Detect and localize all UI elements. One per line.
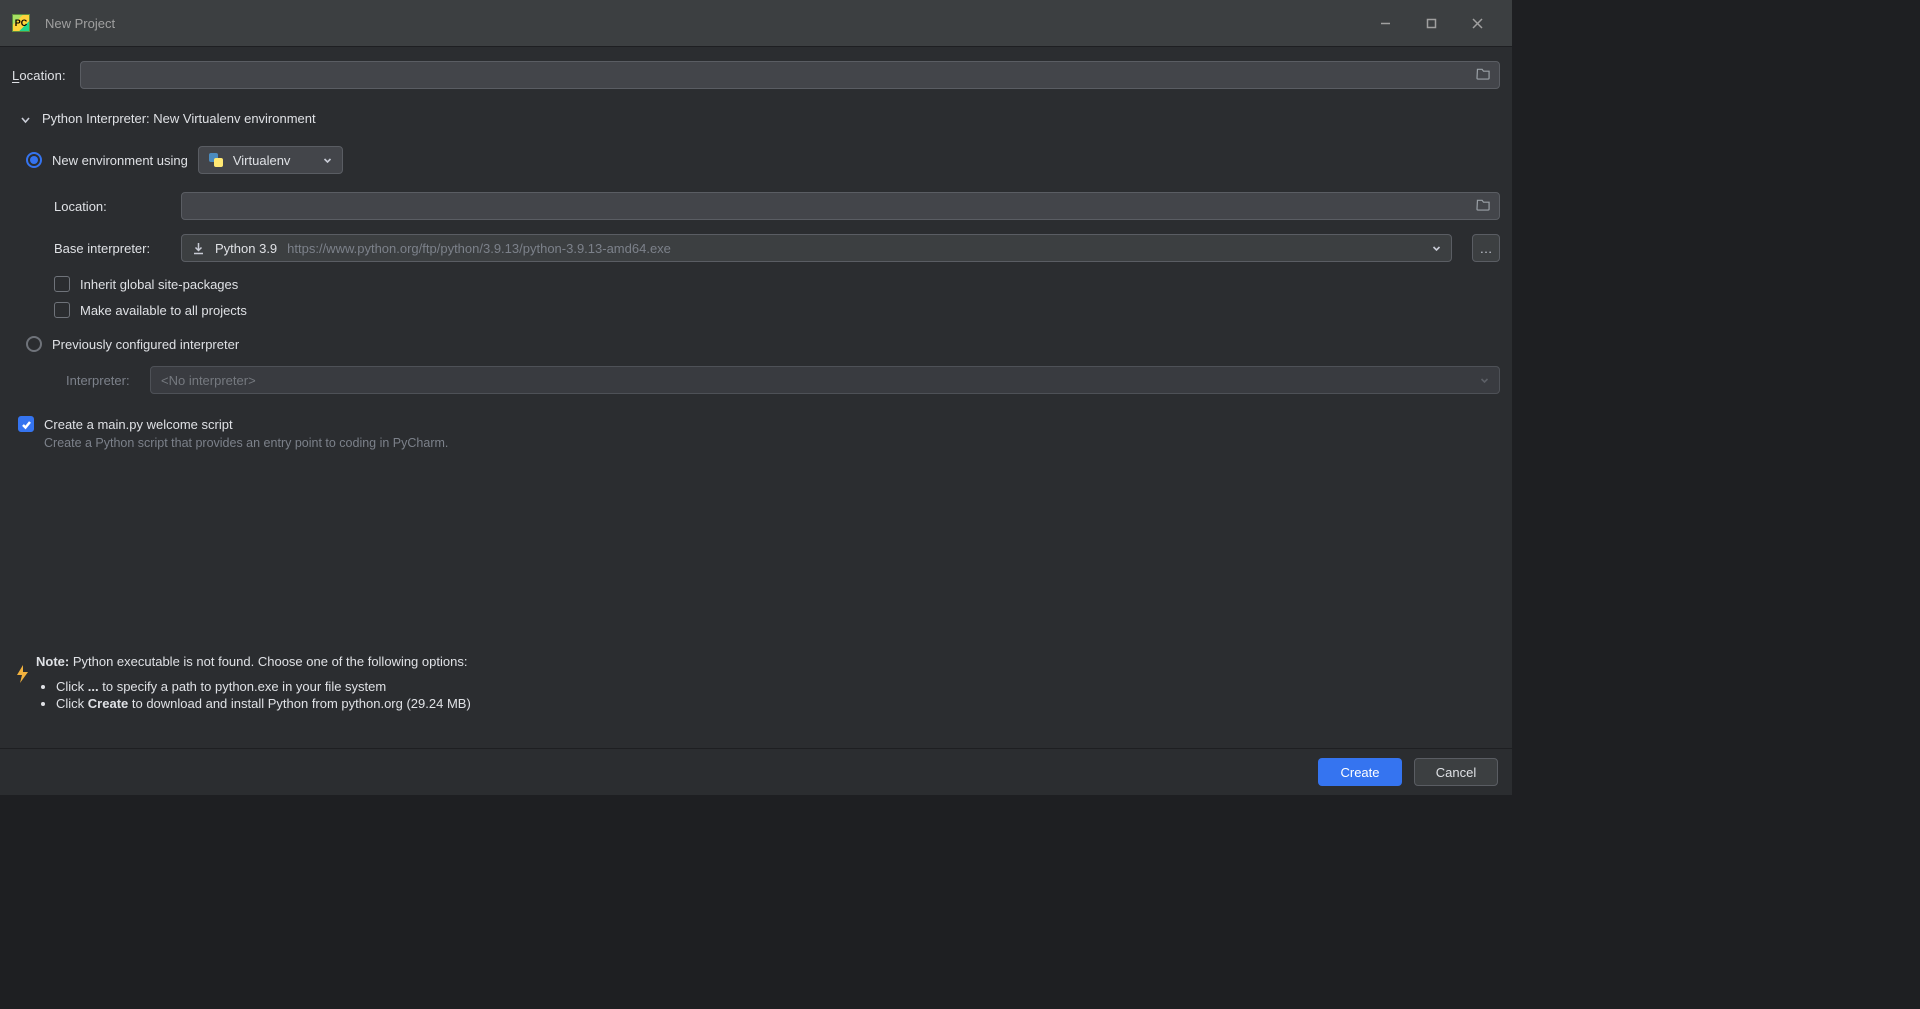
env-tool-dropdown[interactable]: Virtualenv	[198, 146, 343, 174]
chevron-down-icon	[1480, 373, 1489, 388]
close-button[interactable]	[1454, 0, 1500, 46]
make-available-checkbox[interactable]	[54, 302, 70, 318]
chevron-down-icon	[1432, 241, 1441, 256]
inherit-packages-label: Inherit global site-packages	[80, 277, 238, 292]
welcome-script-description: Create a Python script that provides an …	[44, 436, 1500, 450]
new-env-radio[interactable]	[26, 152, 42, 168]
python-icon	[209, 153, 223, 167]
env-tool-value: Virtualenv	[233, 153, 291, 168]
base-interpreter-url: https://www.python.org/ftp/python/3.9.13…	[287, 241, 671, 256]
folder-icon[interactable]	[1476, 67, 1491, 83]
note-text: Note: Python executable is not found. Ch…	[36, 654, 1498, 669]
welcome-script-checkbox[interactable]	[18, 416, 34, 432]
maximize-button[interactable]	[1408, 0, 1454, 46]
prev-interpreter-radio[interactable]	[26, 336, 42, 352]
minimize-button[interactable]	[1362, 0, 1408, 46]
interpreter-select: <No interpreter>	[150, 366, 1500, 394]
project-location-input[interactable]	[80, 61, 1500, 89]
prev-interpreter-label: Previously configured interpreter	[52, 337, 239, 352]
interpreter-section-header: Python Interpreter: New Virtualenv envir…	[42, 111, 316, 126]
interpreter-section-toggle[interactable]: Python Interpreter: New Virtualenv envir…	[20, 111, 1500, 126]
env-location-label: Location:	[54, 199, 167, 214]
base-interpreter-label: Base interpreter:	[54, 241, 167, 256]
new-env-label: New environment using	[52, 153, 188, 168]
folder-icon[interactable]	[1476, 198, 1491, 214]
browse-interpreter-button[interactable]: …	[1472, 234, 1500, 262]
note-bullet-2: Click Create to download and install Pyt…	[56, 696, 1498, 711]
location-label: LLocation:ocation:	[12, 68, 66, 83]
base-interpreter-select[interactable]: Python 3.9 https://www.python.org/ftp/py…	[181, 234, 1452, 262]
note-bullet-1: Click ... to specify a path to python.ex…	[56, 679, 1498, 694]
interpreter-field-label: Interpreter:	[66, 373, 134, 388]
make-available-label: Make available to all projects	[80, 303, 247, 318]
app-icon: PC	[12, 14, 30, 32]
create-button[interactable]: Create	[1318, 758, 1402, 786]
env-location-input[interactable]	[181, 192, 1500, 220]
base-interpreter-name: Python 3.9	[215, 241, 277, 256]
titlebar: PC New Project	[0, 0, 1512, 47]
interpreter-value: <No interpreter>	[161, 373, 256, 388]
chevron-down-icon	[20, 113, 32, 125]
dialog-footer: Create Cancel	[0, 748, 1512, 795]
chevron-down-icon	[323, 153, 332, 168]
download-icon	[192, 242, 205, 255]
welcome-script-label: Create a main.py welcome script	[44, 417, 233, 432]
window-title: New Project	[45, 16, 115, 31]
bolt-icon	[14, 664, 30, 687]
cancel-button[interactable]: Cancel	[1414, 758, 1498, 786]
inherit-packages-checkbox[interactable]	[54, 276, 70, 292]
